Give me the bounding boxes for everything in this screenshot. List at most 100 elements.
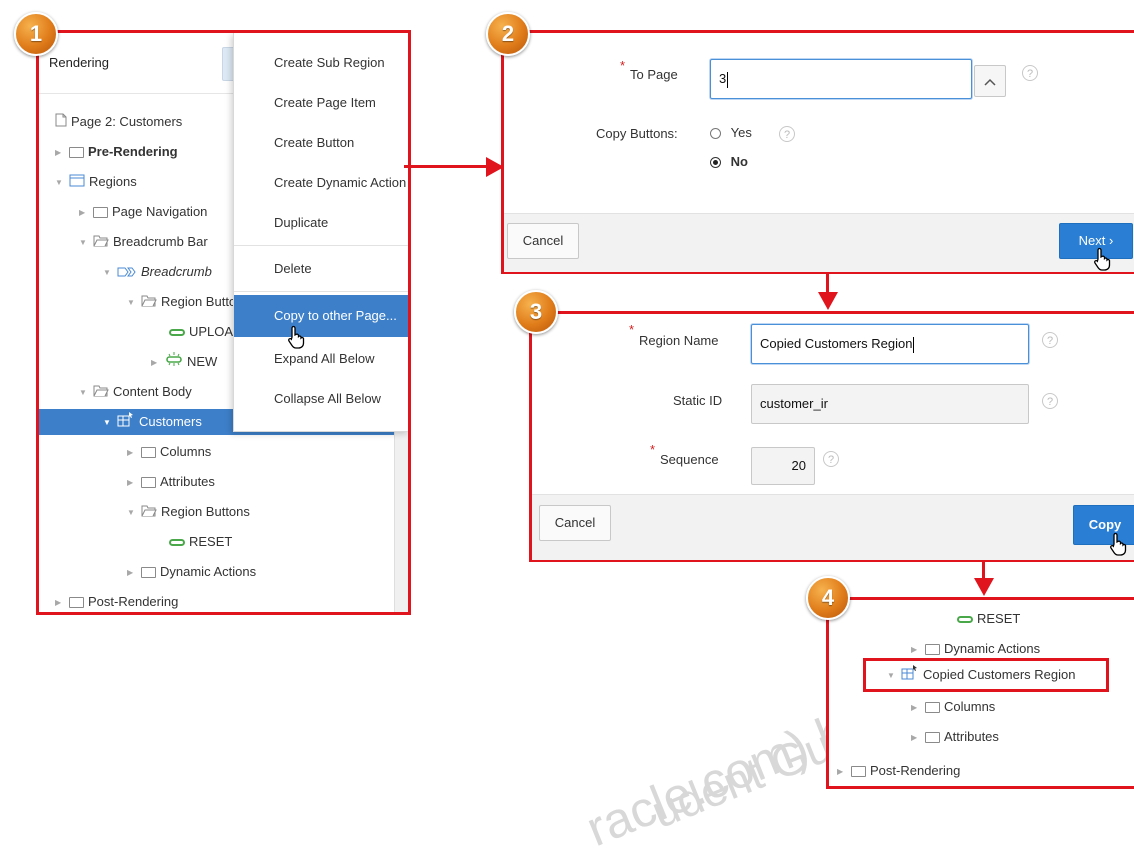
step-badge-2: 2 — [486, 12, 530, 56]
arrow-right-icon — [486, 157, 504, 182]
collapse-arrow-icon[interactable]: ▼ — [103, 410, 113, 436]
tree-row-pre-rendering[interactable]: ▶ Pre-Rendering — [55, 139, 178, 165]
rendering-title: Rendering — [49, 55, 109, 70]
expand-arrow-icon[interactable]: ▶ — [837, 759, 847, 785]
help-icon[interactable]: ? — [823, 451, 839, 467]
folder-icon — [851, 766, 866, 778]
expand-arrow-icon[interactable]: ▶ — [911, 695, 921, 721]
collapse-arrow-icon[interactable]: ▼ — [79, 230, 89, 256]
tree-row-reset[interactable]: RESET — [165, 529, 232, 555]
step-badge-4: 4 — [806, 576, 850, 620]
help-icon[interactable]: ? — [1042, 393, 1058, 409]
help-icon[interactable]: ? — [779, 126, 795, 142]
region-name-value: Copied Customers Region — [760, 336, 913, 351]
tree-row-region-buttons-2[interactable]: ▼ Region Buttons — [127, 499, 250, 525]
folder-icon — [925, 732, 940, 744]
to-page-stepper-button[interactable] — [974, 65, 1006, 97]
text-caret — [727, 71, 729, 88]
radio-no[interactable]: No — [710, 154, 748, 169]
tree-row-region-buttons-1[interactable]: ▼ Region Buttons — [127, 289, 250, 315]
tree-label: RESET — [189, 534, 233, 549]
cancel-button[interactable]: Cancel — [507, 223, 579, 259]
sequence-label: Sequence — [660, 452, 719, 467]
hand-cursor-icon — [1108, 532, 1130, 561]
tree-row-columns[interactable]: ▶ Columns — [911, 694, 995, 720]
tree-row-breadcrumb[interactable]: ▼ Breadcrumb — [103, 259, 212, 285]
tree-row-dynamic-actions[interactable]: ▶ Dynamic Actions — [127, 559, 256, 585]
tree-label: Dynamic Actions — [160, 564, 257, 579]
menu-collapse-all-below[interactable]: Collapse All Below — [234, 379, 408, 419]
folder-icon — [141, 447, 156, 459]
radio-checked-icon — [710, 157, 721, 169]
tree-label: Page 2: Customers — [71, 114, 183, 129]
menu-copy-to-other-page[interactable]: Copy to other Page... — [234, 295, 408, 337]
tree-row-customers[interactable]: ▼ Customers — [103, 409, 202, 435]
chevron-up-icon — [984, 78, 996, 86]
folder-icon — [141, 567, 156, 579]
collapse-arrow-icon[interactable]: ▼ — [55, 170, 65, 196]
tree-row-page-navigation[interactable]: ▶ Page Navigation — [79, 199, 207, 225]
chevron-right-icon: › — [1109, 233, 1114, 248]
tree-row-copied-customers-region[interactable]: ▼ Copied Customers Region — [887, 662, 1075, 688]
cancel-button[interactable]: Cancel — [539, 505, 611, 541]
tree-row-breadcrumb-bar[interactable]: ▼ Breadcrumb Bar — [79, 229, 208, 255]
collapse-arrow-icon[interactable]: ▼ — [887, 663, 897, 689]
collapse-arrow-icon[interactable]: ▼ — [127, 500, 137, 526]
tree-label: Post-Rendering — [870, 763, 961, 778]
button-icon — [957, 616, 973, 624]
expand-arrow-icon[interactable]: ▶ — [151, 350, 161, 376]
open-folder-icon — [93, 230, 109, 256]
radio-yes[interactable]: Yes — [710, 125, 752, 140]
panel-2-frame: * To Page 3 ? Copy Buttons: Yes ? No Can… — [501, 30, 1134, 274]
tree-label: Region Buttons — [161, 504, 250, 519]
menu-create-dynamic-action[interactable]: Create Dynamic Action — [234, 163, 408, 203]
open-folder-icon — [141, 290, 157, 316]
expand-arrow-icon[interactable]: ▶ — [127, 470, 137, 496]
breadcrumb-icon — [117, 260, 137, 286]
tree-row-attributes[interactable]: ▶ Attributes — [127, 469, 215, 495]
next-label: Next — [1078, 233, 1106, 248]
to-page-input[interactable]: 3 — [710, 59, 972, 99]
tree-label: Breadcrumb — [141, 264, 212, 279]
menu-create-button[interactable]: Create Button — [234, 123, 408, 163]
tree-row-upload[interactable]: UPLOAD — [165, 319, 242, 345]
collapse-arrow-icon[interactable]: ▼ — [103, 260, 113, 286]
menu-delete[interactable]: Delete — [234, 249, 408, 289]
tree-row-post-rendering[interactable]: ▶ Post-Rendering — [55, 589, 178, 612]
static-id-input[interactable]: customer_ir — [751, 384, 1029, 424]
menu-expand-all-below[interactable]: Expand All Below — [234, 339, 408, 379]
folder-icon — [69, 147, 84, 159]
tree-row-regions[interactable]: ▼ Regions — [55, 169, 137, 195]
menu-duplicate[interactable]: Duplicate — [234, 203, 408, 243]
menu-create-sub-region[interactable]: Create Sub Region — [234, 43, 408, 83]
panel-4-frame: RESET ▶ Dynamic Actions ▼ Copied Customer… — [826, 597, 1134, 789]
tree-row-page[interactable]: Page 2: Customers — [51, 109, 182, 135]
collapse-arrow-icon[interactable]: ▼ — [79, 380, 89, 406]
region-name-input[interactable]: Copied Customers Region — [751, 324, 1029, 364]
help-icon[interactable]: ? — [1022, 65, 1038, 81]
collapse-arrow-icon[interactable]: ▼ — [127, 290, 137, 316]
tree-row-post-rendering[interactable]: ▶ Post-Rendering — [837, 758, 960, 784]
sequence-input[interactable]: 20 — [751, 447, 815, 485]
help-icon[interactable]: ? — [1042, 332, 1058, 348]
interactive-report-icon — [117, 410, 135, 436]
tree-row-new[interactable]: ▶ NEW — [151, 349, 217, 375]
menu-create-page-item[interactable]: Create Page Item — [234, 83, 408, 123]
tree-row-columns[interactable]: ▶ Columns — [127, 439, 211, 465]
expand-arrow-icon[interactable]: ▶ — [127, 440, 137, 466]
tree-row-reset[interactable]: RESET — [953, 606, 1020, 632]
expand-arrow-icon[interactable]: ▶ — [55, 140, 65, 166]
tree-row-attributes[interactable]: ▶ Attributes — [911, 724, 999, 750]
tree-row-content-body[interactable]: ▼ Content Body — [79, 379, 192, 405]
expand-arrow-icon[interactable]: ▶ — [79, 200, 89, 226]
required-marker: * — [650, 442, 656, 457]
copy-buttons-label: Copy Buttons: — [596, 126, 678, 141]
expand-arrow-icon[interactable]: ▶ — [911, 725, 921, 751]
region-name-label: Region Name — [639, 333, 719, 348]
to-page-label: To Page — [630, 67, 678, 82]
to-page-value: 3 — [719, 71, 727, 86]
expand-arrow-icon[interactable]: ▶ — [127, 560, 137, 586]
tree-label: Content Body — [113, 384, 192, 399]
expand-arrow-icon[interactable]: ▶ — [55, 590, 65, 612]
folder-icon — [141, 477, 156, 489]
